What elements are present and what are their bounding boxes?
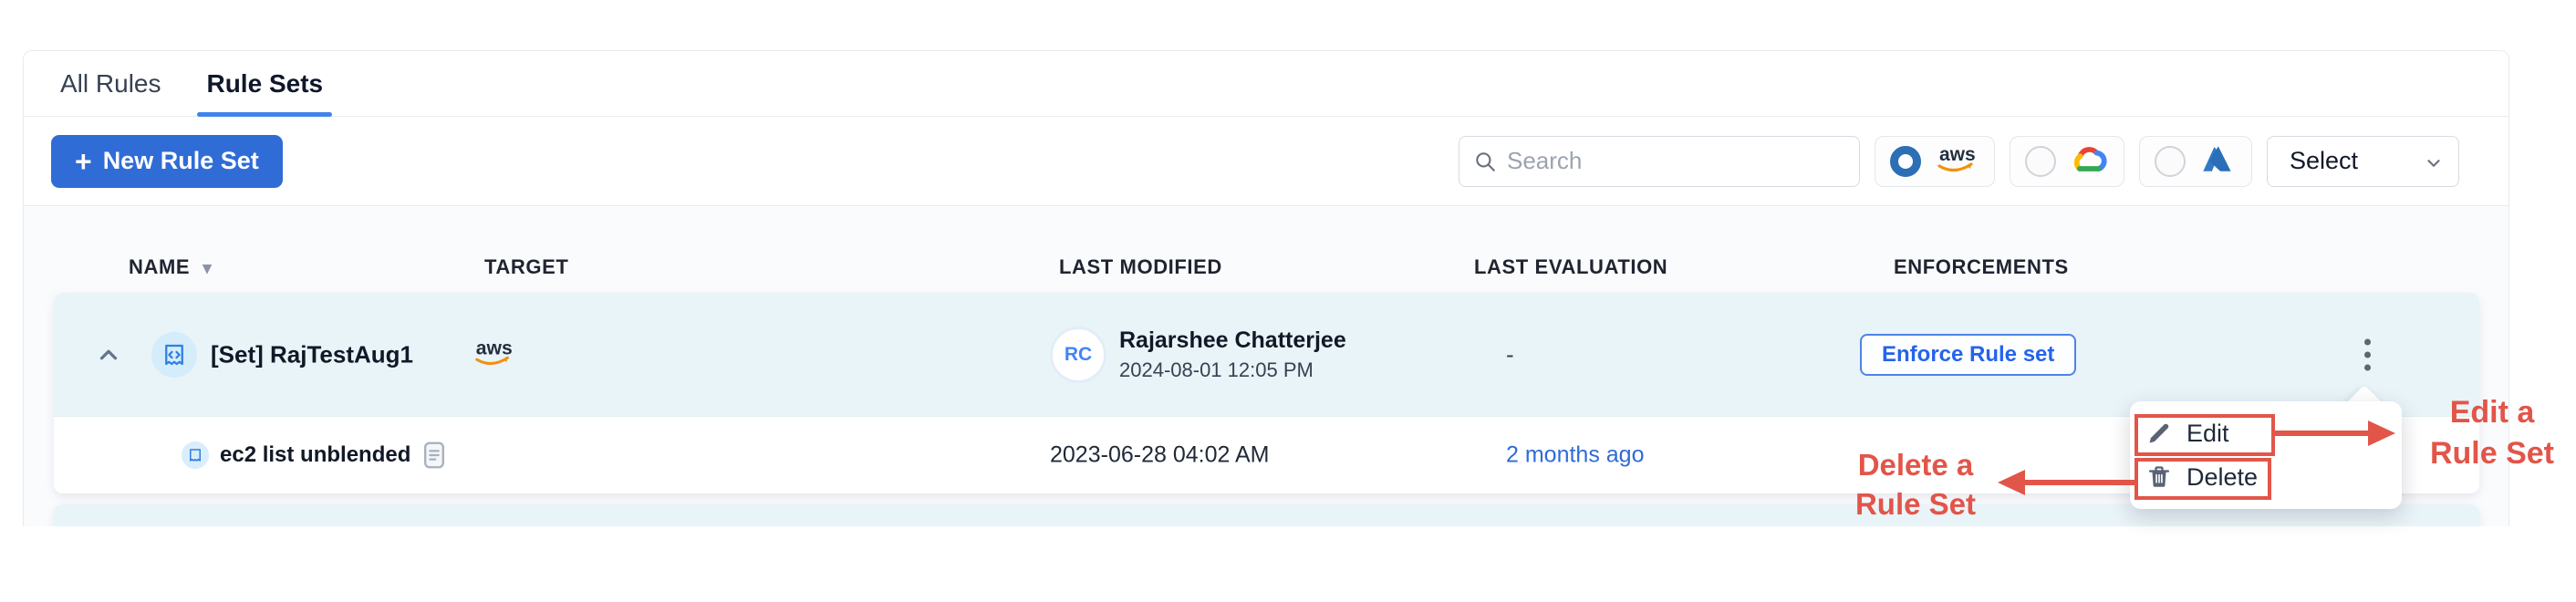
annotation-box-delete [2135, 458, 2271, 500]
column-header-last-evaluation: LAST EVALUATION [1474, 255, 1667, 279]
radio-unselected-icon [2025, 146, 2056, 177]
plus-icon: + [75, 147, 92, 176]
row-actions-kebab-icon[interactable] [2343, 338, 2391, 370]
avatar: RC [1050, 327, 1106, 383]
rules-page: All Rules Rule Sets + New Rule Set [0, 0, 2576, 602]
sort-descending-icon[interactable]: ▾ [203, 259, 212, 278]
tab-all-rules[interactable]: All Rules [51, 51, 170, 116]
modified-date: 2024-08-01 12:05 PM [1119, 358, 1346, 382]
target-aws-logo-icon: aws [471, 335, 516, 374]
rule-set-name: [Set] RajTestAug1 [211, 340, 413, 368]
aws-logo-icon: aws [1932, 142, 1979, 180]
enforce-rule-set-button[interactable]: Enforce Rule set [1860, 334, 2076, 376]
annotation-arrow-edit [2275, 431, 2370, 436]
provider-toggle-gcp[interactable] [2010, 136, 2124, 187]
column-header-target: TARGET [484, 255, 568, 279]
azure-logo-icon [2197, 141, 2237, 181]
provider-toggle-azure[interactable] [2139, 136, 2252, 187]
radio-unselected-icon [2155, 146, 2186, 177]
rule-name-cell: ec2 list unblended [220, 441, 445, 469]
tab-bar: All Rules Rule Sets [24, 51, 2508, 117]
annotation-label-edit-line1: Edit a [2408, 392, 2576, 433]
radio-selected-icon [1890, 146, 1921, 177]
rule-set-card: [Set] RajTestAug1 aws RC Rajarshee Chatt… [54, 293, 2479, 493]
new-rule-set-button[interactable]: + New Rule Set [51, 135, 283, 188]
column-header-name[interactable]: NAME ▾ [129, 255, 212, 279]
select-dropdown[interactable]: Select [2267, 136, 2459, 187]
toolbar: + New Rule Set aws [24, 117, 2508, 206]
search-input[interactable] [1459, 136, 1860, 187]
annotation-label-edit-line2: Rule Set [2408, 433, 2576, 474]
rule-set-icon [151, 332, 197, 378]
search-box [1459, 136, 1860, 187]
collapse-chevron-icon[interactable] [81, 341, 136, 368]
gcp-logo-icon [2067, 141, 2109, 181]
rule-modified-date: 2023-06-28 04:02 AM [1050, 442, 1269, 469]
column-header-last-modified: LAST MODIFIED [1059, 255, 1222, 279]
annotation-box-edit [2135, 414, 2275, 456]
modified-by-name: Rajarshee Chatterjee [1119, 327, 1346, 354]
annotation-arrowhead-right-icon [2368, 420, 2395, 446]
annotation-label-delete-line1: Delete a [1841, 445, 1990, 484]
new-rule-set-label: New Rule Set [103, 147, 259, 175]
rule-name: ec2 list unblended [220, 442, 410, 468]
annotation-arrow-delete [2025, 480, 2136, 485]
last-evaluation-value: - [1506, 340, 1514, 368]
rule-icon [182, 441, 209, 469]
tab-rule-sets[interactable]: Rule Sets [197, 51, 332, 116]
provider-toggle-aws[interactable]: aws [1875, 136, 1995, 187]
chevron-down-icon [2424, 153, 2444, 173]
next-rule-set-card-partial [54, 504, 2479, 526]
table-row-rule-set[interactable]: [Set] RajTestAug1 aws RC Rajarshee Chatt… [54, 293, 2479, 416]
toolbar-right: aws [1459, 136, 2459, 187]
select-label: Select [2290, 147, 2358, 175]
search-icon [1473, 150, 1497, 173]
annotation-label-delete: Delete a Rule Set [1841, 445, 1990, 524]
annotation-label-delete-line2: Rule Set [1841, 484, 1990, 524]
annotation-label-edit: Edit a Rule Set [2408, 392, 2576, 474]
svg-text:aws: aws [1939, 144, 1976, 165]
rule-last-evaluation-link[interactable]: 2 months ago [1506, 442, 1645, 469]
column-header-name-label: NAME [129, 255, 190, 278]
annotation-arrowhead-left-icon [1998, 470, 2025, 495]
last-modified-cell: Rajarshee Chatterjee 2024-08-01 12:05 PM [1119, 327, 1346, 382]
note-icon[interactable] [423, 441, 445, 469]
column-header-enforcements: ENFORCEMENTS [1894, 255, 2069, 279]
svg-text:aws: aws [476, 337, 513, 358]
